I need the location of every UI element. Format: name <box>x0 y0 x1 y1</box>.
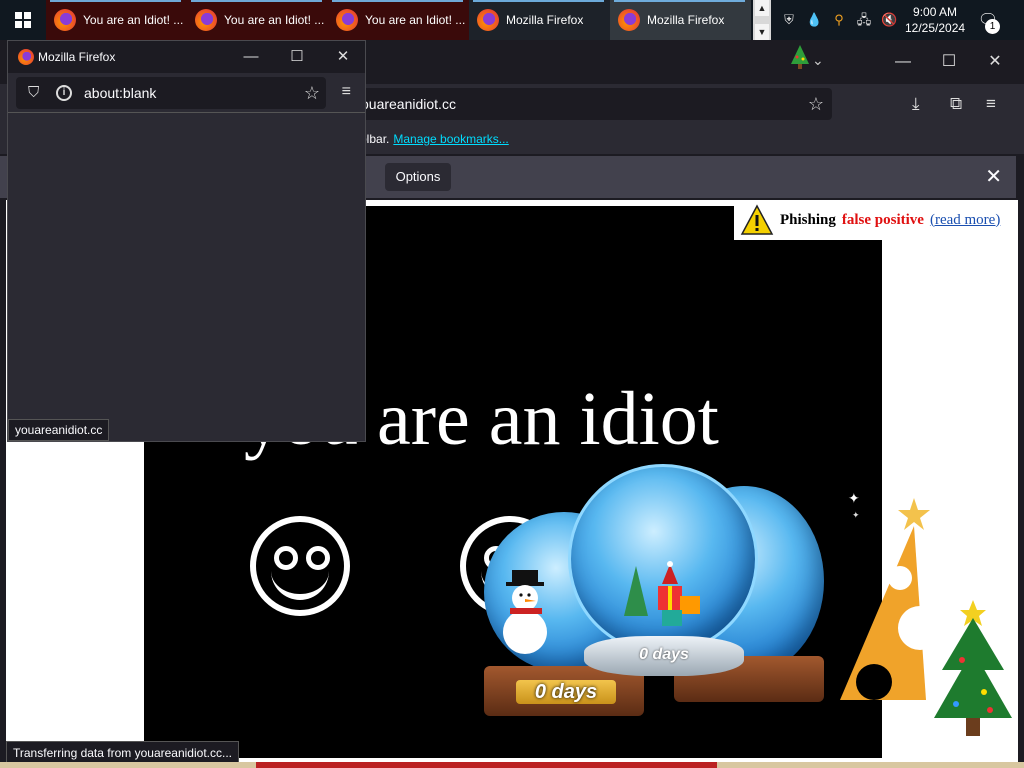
taskbar-item-label: Mozilla Firefox <box>647 13 725 27</box>
clock-time: 9:00 AM <box>913 5 958 19</box>
taskbar: You are an Idiot! ... You are an Idiot! … <box>0 0 1024 40</box>
popup-status-bar: youareanidiot.cc <box>8 419 110 441</box>
snowman-icon <box>503 570 547 654</box>
downloads-icon[interactable]: ⤓ <box>912 94 920 114</box>
app-menu-icon[interactable]: ≡ <box>342 83 351 101</box>
desktop-screen: You are an Idiot! ... You are an Idiot! … <box>0 0 1024 768</box>
firefox-icon <box>54 9 76 31</box>
network-icon[interactable]: 🖧 <box>856 12 872 28</box>
green-xmas-tree-icon <box>934 600 1012 736</box>
popup-minimize-button[interactable]: — <box>228 41 274 73</box>
popup-content: youareanidiot.cc <box>8 114 365 441</box>
windows-logo-icon <box>15 12 31 28</box>
scroll-up-icon[interactable]: ▲ <box>755 0 769 16</box>
taskbar-item-label: You are an Idiot! ... <box>224 13 325 27</box>
notification-count: 1 <box>985 19 1001 34</box>
start-button[interactable] <box>0 0 46 40</box>
taskbar-item-idiot-2[interactable]: You are an Idiot! ... <box>187 0 328 40</box>
popup-title: Mozilla Firefox <box>38 50 116 64</box>
globe-label-left: 0 days <box>516 680 616 704</box>
phishing-notice: Phishing false positive (read more) <box>734 200 1018 240</box>
app-menu-icon[interactable]: ≡ <box>986 94 996 114</box>
popup-firefox-window: Mozilla Firefox — ☐ ✕ ⛉ i about:blank ☆ … <box>7 40 366 442</box>
taskbar-item-label: You are an Idiot! ... <box>365 13 466 27</box>
popup-navbar: ⛉ i about:blank ☆ ≡ <box>8 73 365 113</box>
notification-close-icon[interactable]: ✕ <box>985 164 1002 189</box>
extensions-icon[interactable]: ⧉ <box>950 94 962 114</box>
volume-muted-icon[interactable]: 🔇 <box>881 12 897 28</box>
bookmark-star-icon[interactable]: ☆ <box>808 88 824 120</box>
popup-close-button[interactable]: ✕ <box>320 41 366 73</box>
golden-xmas-tree-icon <box>840 498 930 700</box>
system-tray: ⛨ 💧 ⚲ 🖧 🔇 <box>771 0 897 40</box>
warning-icon <box>740 204 774 235</box>
desktop-bottom-strip <box>0 762 1024 768</box>
search-icon[interactable]: ⚲ <box>831 12 847 28</box>
taskbar-item-label: Mozilla Firefox <box>506 13 584 27</box>
main-url-text: youareanidiot.cc <box>354 96 456 112</box>
firefox-icon <box>195 9 217 31</box>
taskbar-item-firefox-2[interactable]: Mozilla Firefox <box>610 0 751 40</box>
drop-icon[interactable]: 💧 <box>806 12 822 28</box>
popup-maximize-button[interactable]: ☐ <box>274 41 320 73</box>
false-positive-label: false positive <box>841 211 924 228</box>
bookmark-star-icon[interactable]: ☆ <box>304 77 320 109</box>
popup-url-text: about:blank <box>84 85 157 101</box>
xmas-tree-icon <box>791 45 809 69</box>
options-button[interactable]: Options <box>385 163 451 191</box>
taskbar-item-idiot-3[interactable]: You are an Idiot! ... <box>328 0 469 40</box>
shield-icon[interactable]: ⛉ <box>28 77 39 109</box>
minimize-button[interactable]: — <box>880 48 926 76</box>
taskbar-item-idiot-1[interactable]: You are an Idiot! ... <box>46 0 187 40</box>
taskbar-item-label: You are an Idiot! ... <box>83 13 184 27</box>
clock-date: 12/25/2024 <box>905 21 966 35</box>
tab-list-chevron-icon[interactable]: ⌄ <box>812 52 824 69</box>
smiley-face-icon <box>250 516 350 616</box>
popup-url-bar[interactable]: ⛉ i about:blank ☆ <box>16 77 326 109</box>
popup-titlebar: Mozilla Firefox — ☐ ✕ <box>8 41 365 73</box>
firefox-icon <box>18 49 34 65</box>
defender-icon[interactable]: ⛨ <box>781 12 797 28</box>
scroll-down-icon[interactable]: ▼ <box>755 24 769 40</box>
close-button[interactable]: ✕ <box>972 48 1018 76</box>
taskbar-scroll: ▲ ▼ <box>753 0 771 40</box>
manage-bookmarks-link[interactable]: Manage bookmarks... <box>393 132 508 146</box>
phishing-label: Phishing <box>780 211 836 228</box>
gifts-and-trees-icon <box>624 561 700 626</box>
clock[interactable]: 9:00 AM 12/25/2024 <box>897 4 973 36</box>
firefox-icon <box>336 9 358 31</box>
main-url-bar[interactable]: youareanidiot.cc ☆ <box>340 88 832 120</box>
action-center-button[interactable]: 🗨 1 <box>973 0 1003 40</box>
info-icon[interactable]: i <box>56 85 72 101</box>
read-more-link[interactable]: (read more) <box>930 212 1000 229</box>
firefox-icon <box>618 9 640 31</box>
firefox-icon <box>477 9 499 31</box>
taskbar-item-firefox-1[interactable]: Mozilla Firefox <box>469 0 610 40</box>
maximize-button[interactable]: ☐ <box>926 48 972 76</box>
globe-label-center: 0 days <box>639 646 689 663</box>
bookmarks-message: olbar. Manage bookmarks... <box>360 132 509 146</box>
